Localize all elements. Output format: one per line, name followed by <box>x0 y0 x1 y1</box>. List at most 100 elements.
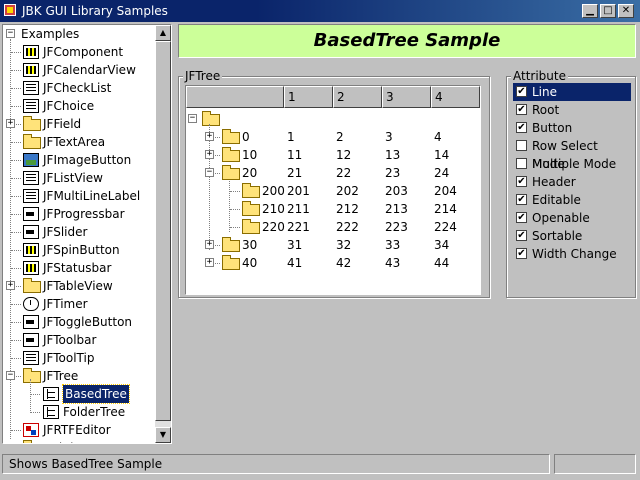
checkbox-checked-icon[interactable]: ✔ <box>516 248 527 259</box>
table-cell[interactable]: 203 <box>385 182 408 200</box>
collapse-icon[interactable]: − <box>6 29 15 38</box>
table-cell[interactable]: 42 <box>336 254 351 272</box>
table-cell[interactable]: 44 <box>434 254 449 272</box>
nav-item[interactable]: JFMultiLineLabel <box>3 187 153 205</box>
table-cell[interactable]: 221 <box>287 218 310 236</box>
table-cell[interactable]: 32 <box>336 236 351 254</box>
table-cell[interactable]: 1 <box>287 128 295 146</box>
nav-item[interactable]: JFTextArea <box>3 133 153 151</box>
nav-item[interactable]: JFImageButton <box>3 151 153 169</box>
table-row[interactable]: +10 11 12 13 14 <box>186 146 480 164</box>
checkbox-checked-icon[interactable]: ✔ <box>516 212 527 223</box>
table-cell[interactable]: 211 <box>287 200 310 218</box>
expand-icon[interactable]: + <box>205 150 214 159</box>
table-cell[interactable]: 14 <box>434 146 449 164</box>
attribute-item[interactable]: ✔ Line <box>513 83 631 101</box>
scroll-thumb[interactable] <box>155 41 171 421</box>
attribute-item[interactable]: ✔ Editable <box>513 191 631 209</box>
table-cell[interactable]: 34 <box>434 236 449 254</box>
table-cell[interactable]: 2 <box>336 128 344 146</box>
collapse-icon[interactable]: − <box>205 168 214 177</box>
column-header[interactable] <box>186 86 284 108</box>
table-cell[interactable]: 202 <box>336 182 359 200</box>
jftree-table[interactable]: 1 2 3 4− +0 1 2 3 4 +10 11 12 13 14−20 21 22 23 24 200 201 2… <box>185 85 481 295</box>
table-row[interactable]: +0 1 2 3 4 <box>186 128 480 146</box>
expand-icon[interactable]: + <box>205 240 214 249</box>
attribute-item[interactable]: ✔ Openable <box>513 209 631 227</box>
table-row[interactable]: 220 221 222 223 224 <box>186 218 480 236</box>
checkbox-checked-icon[interactable]: ✔ <box>516 86 527 97</box>
expand-icon[interactable]: + <box>205 132 214 141</box>
column-header[interactable]: 3 <box>382 86 431 108</box>
table-cell[interactable]: 12 <box>336 146 351 164</box>
checkbox-unchecked-icon[interactable] <box>516 158 527 169</box>
expand-icon[interactable]: + <box>6 119 15 128</box>
table-cell[interactable]: 212 <box>336 200 359 218</box>
table-row[interactable]: 200 201 202 203 204 <box>186 182 480 200</box>
attribute-item[interactable]: ✔ Button <box>513 119 631 137</box>
tree-root-row[interactable]: − <box>186 110 480 128</box>
table-cell[interactable]: 21 <box>287 164 302 182</box>
attribute-item[interactable]: Multiple Mode <box>513 155 631 173</box>
table-row[interactable]: +40 41 42 43 44 <box>186 254 480 272</box>
checkbox-checked-icon[interactable]: ✔ <box>516 230 527 241</box>
nav-item[interactable]: JFComponent <box>3 43 153 61</box>
table-cell[interactable]: 204 <box>434 182 457 200</box>
column-header[interactable]: 4 <box>431 86 480 108</box>
table-row[interactable]: 210 211 212 213 214 <box>186 200 480 218</box>
nav-item[interactable]: JFTimer <box>3 295 153 313</box>
minimize-button[interactable]: ▁ <box>582 4 598 18</box>
nav-root[interactable]: − Examples <box>3 25 153 43</box>
checkbox-checked-icon[interactable]: ✔ <box>516 122 527 133</box>
nav-item[interactable]: − JFTree <box>3 367 153 385</box>
table-row[interactable]: − 20 21 22 23 24 <box>186 164 480 182</box>
checkbox-checked-icon[interactable]: ✔ <box>516 176 527 187</box>
nav-item[interactable]: JFProgressbar <box>3 205 153 223</box>
attribute-item[interactable]: ✔ Root <box>513 101 631 119</box>
table-cell[interactable]: 213 <box>385 200 408 218</box>
navigation-tree[interactable]: − Examples JFComponent JFCalendarView JFCh… <box>3 25 155 443</box>
table-cell[interactable]: 24 <box>434 164 449 182</box>
nav-item[interactable]: + JFTableView <box>3 277 153 295</box>
table-cell[interactable]: 3 <box>385 128 393 146</box>
table-cell[interactable]: 31 <box>287 236 302 254</box>
table-cell[interactable]: 11 <box>287 146 302 164</box>
attribute-item[interactable]: ✔ Sortable <box>513 227 631 245</box>
nav-item[interactable]: JFChoice <box>3 97 153 115</box>
column-header[interactable]: 2 <box>333 86 382 108</box>
nav-item[interactable]: JFCheckList <box>3 79 153 97</box>
collapse-icon[interactable]: − <box>6 371 15 380</box>
nav-item[interactable]: FolderTree <box>3 403 153 421</box>
table-cell[interactable]: 22 <box>336 164 351 182</box>
nav-item[interactable]: JFRTFEditor <box>3 421 153 439</box>
scroll-down-button[interactable]: ▼ <box>155 427 171 443</box>
nav-item[interactable]: JFToolTip <box>3 349 153 367</box>
table-cell[interactable]: 4 <box>434 128 442 146</box>
table-cell[interactable]: 33 <box>385 236 400 254</box>
table-cell[interactable]: 43 <box>385 254 400 272</box>
table-cell[interactable]: 224 <box>434 218 457 236</box>
scroll-up-button[interactable]: ▲ <box>155 25 171 41</box>
nav-item[interactable]: JFSpinButton <box>3 241 153 259</box>
title-bar[interactable]: JBK GUI Library Samples ▁ □ ✕ <box>0 0 640 22</box>
column-header[interactable]: 1 <box>284 86 333 108</box>
checkbox-unchecked-icon[interactable] <box>516 140 527 151</box>
nav-item[interactable]: JFSlider <box>3 223 153 241</box>
table-cell[interactable]: 223 <box>385 218 408 236</box>
nav-item[interactable]: + JFField <box>3 115 153 133</box>
nav-item[interactable]: JFCalendarView <box>3 61 153 79</box>
attribute-item[interactable]: ✔ Header <box>513 173 631 191</box>
attribute-item[interactable]: ✔ Width Change <box>513 245 631 263</box>
maximize-button[interactable]: □ <box>600 4 616 18</box>
nav-item[interactable]: BasedTree <box>3 384 153 404</box>
nav-item[interactable]: JFToolbar <box>3 331 153 349</box>
table-cell[interactable]: 41 <box>287 254 302 272</box>
table-cell[interactable]: 222 <box>336 218 359 236</box>
checkbox-checked-icon[interactable]: ✔ <box>516 104 527 115</box>
table-cell[interactable]: 201 <box>287 182 310 200</box>
vertical-scrollbar[interactable]: ▲ ▼ <box>155 25 171 443</box>
close-button[interactable]: ✕ <box>618 4 634 18</box>
nav-item[interactable]: JFStatusbar <box>3 259 153 277</box>
nav-item[interactable]: JFListView <box>3 169 153 187</box>
nav-item[interactable]: JFToggleButton <box>3 313 153 331</box>
